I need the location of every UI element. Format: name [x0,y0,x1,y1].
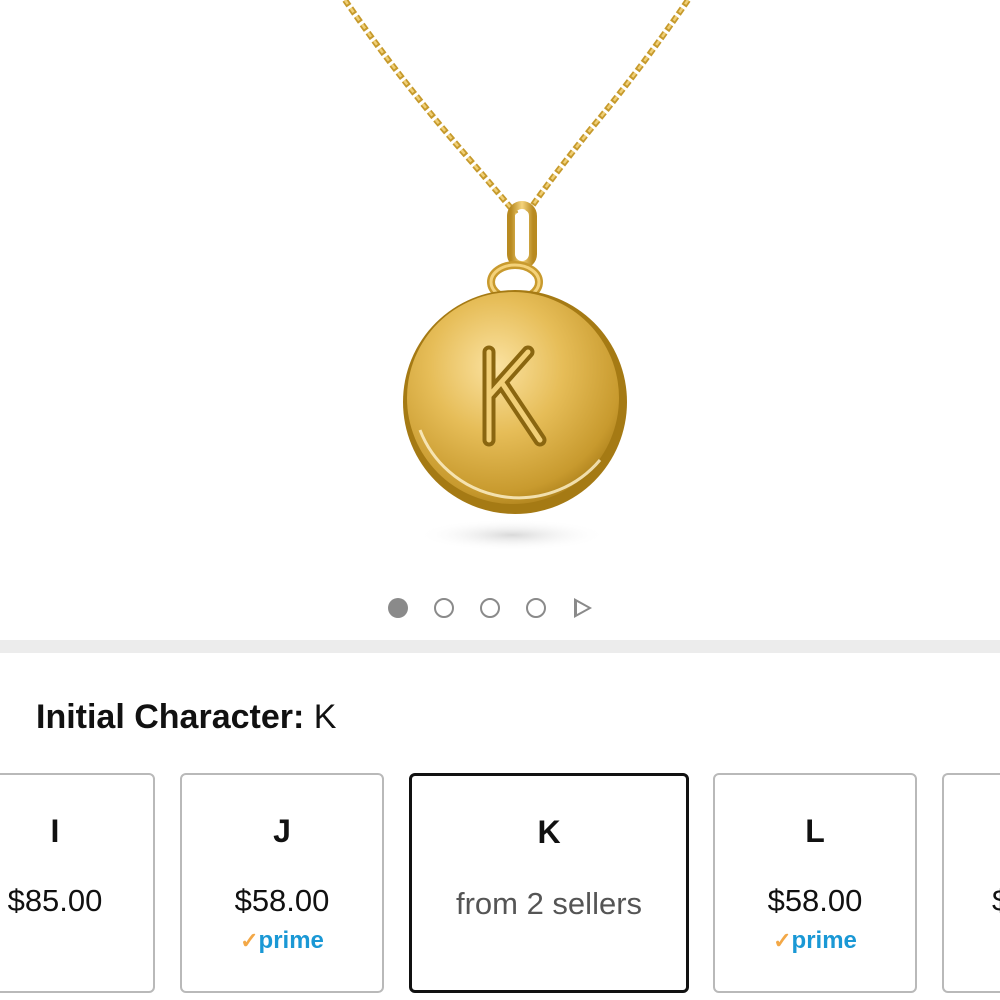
variation-label: Initial Character: [36,698,305,736]
swatch-sellers-note: from 2 sellers [455,886,643,921]
prime-badge: ✓prime [240,927,324,954]
swatch-price: $58.00 [767,883,863,918]
variation-swatch-row: I $85.00 J $58.00 ✓prime K from 2 seller… [0,773,1000,995]
pager-dot[interactable] [434,598,454,618]
variation-header: Initial Character: K [36,698,336,737]
variation-selected-value: K [313,698,337,736]
prime-check-icon: ✓ [773,928,792,953]
prime-badge: ✓prime [773,927,857,954]
swatch-price: $58.00 [234,883,330,918]
image-pager [388,596,592,620]
section-divider [0,640,1000,653]
swatch-letter: J [273,813,291,849]
bail [487,201,543,303]
swatch-letter: L [805,813,825,849]
necklace-product-image [342,0,691,551]
swatch-price: $ [944,883,1000,919]
swatch-price: $85.00 [7,883,103,918]
prime-check-icon: ✓ [240,928,259,953]
product-image-gallery[interactable] [0,0,1000,640]
swatch-option-partial[interactable]: $ [942,773,1000,993]
pager-dot[interactable] [480,598,500,618]
pager-dot[interactable] [526,598,546,618]
pager-dot-active[interactable] [388,598,408,618]
swatch-option-l[interactable]: L $58.00 ✓prime [713,773,917,993]
swatch-option-j[interactable]: J $58.00 ✓prime [180,773,384,993]
swatch-letter: K [537,814,561,850]
swatch-option-k-selected[interactable]: K from 2 sellers [409,773,689,993]
swatch-option-i[interactable]: I $85.00 [0,773,155,993]
play-triangle-icon[interactable] [574,598,592,618]
chain [342,0,691,216]
swatch-letter: I [50,813,60,849]
